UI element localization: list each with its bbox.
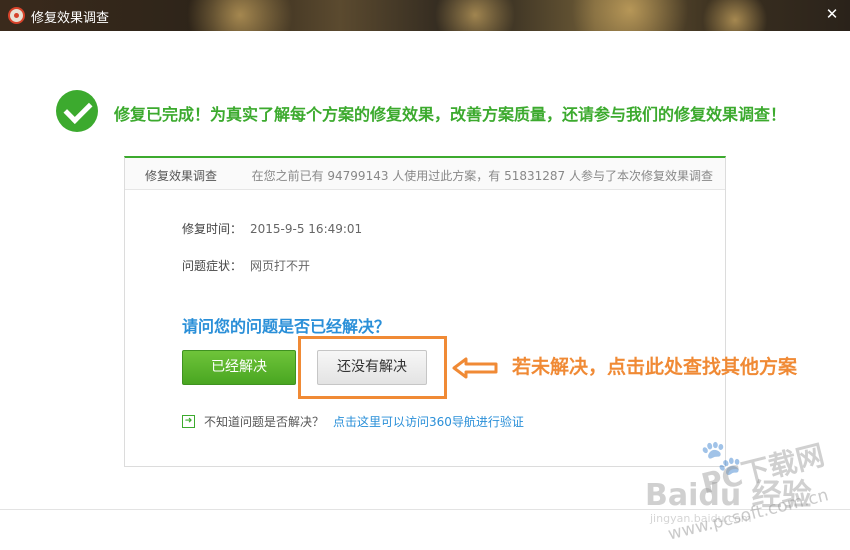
title-bar-bokeh bbox=[560, 0, 700, 31]
repair-time-value: 2015-9-5 16:49:01 bbox=[250, 222, 363, 236]
symptom-label: 问题症状： bbox=[182, 259, 243, 273]
symptom-value: 网页打不开 bbox=[250, 259, 311, 273]
annotation-arrow-icon bbox=[452, 357, 498, 379]
repair-time-row: 修复时间： 2015-9-5 16:49:01 bbox=[182, 220, 362, 237]
survey-stats: 在您之前已有 94799143 人使用过此方案，有 51831287 人参与了本… bbox=[251, 169, 713, 183]
close-button[interactable]: ✕ bbox=[822, 4, 842, 24]
symptom-row: 问题症状： 网页打不开 bbox=[182, 257, 310, 274]
not-solved-button[interactable]: 还没有解决 bbox=[317, 350, 427, 385]
repair-time-label: 修复时间： bbox=[182, 222, 243, 236]
hint-text: 不知道问题是否解决？ bbox=[204, 415, 325, 429]
app-logo-icon bbox=[8, 7, 25, 24]
title-bar-bokeh bbox=[700, 0, 770, 31]
solved-button[interactable]: 已经解决 bbox=[182, 350, 296, 385]
title-bar-bokeh bbox=[180, 0, 300, 31]
jingyan-watermark: jingyan.baidu.com bbox=[650, 512, 752, 525]
annotation-callout: 若未解决，点击此处查找其他方案 bbox=[512, 356, 798, 378]
arrow-right-icon: ➜ bbox=[182, 415, 195, 428]
survey-panel-header: 修复效果调查 在您之前已有 94799143 人使用过此方案，有 5183128… bbox=[125, 158, 725, 190]
completion-message: 修复已完成！为真实了解每个方案的修复效果，改善方案质量，还请参与我们的修复效果调… bbox=[114, 105, 787, 124]
success-check-icon bbox=[56, 90, 98, 132]
title-bar-bokeh bbox=[430, 0, 520, 31]
window-title: 修复效果调查 bbox=[31, 11, 110, 26]
verify-link[interactable]: 点击这里可以访问360导航进行验证 bbox=[333, 413, 524, 430]
title-bar: 修复效果调查 ✕ bbox=[0, 0, 850, 31]
survey-panel-title: 修复效果调查 bbox=[145, 169, 218, 183]
resolved-question: 请问您的问题是否已经解决？ bbox=[182, 317, 391, 336]
